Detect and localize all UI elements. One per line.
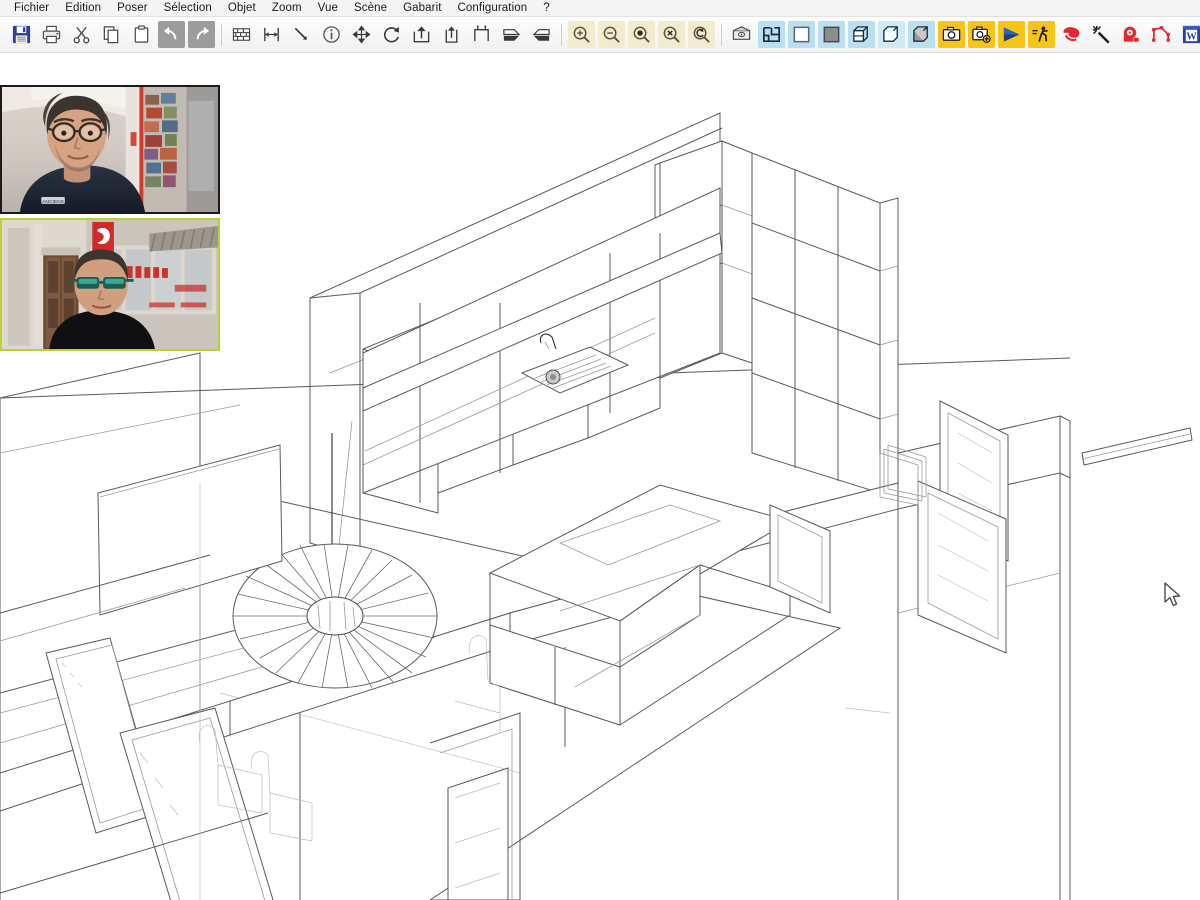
video-tile-1[interactable]: ANCIENS xyxy=(0,85,220,214)
menu-zoom[interactable]: Zoom xyxy=(264,0,310,17)
line-icon[interactable] xyxy=(288,21,315,48)
insert-icon[interactable] xyxy=(438,21,465,48)
svg-text:W: W xyxy=(1186,31,1197,42)
menu-edition[interactable]: Edition xyxy=(57,0,109,17)
info-icon[interactable] xyxy=(318,21,345,48)
cut-icon[interactable] xyxy=(68,21,95,48)
paste-icon[interactable] xyxy=(128,21,155,48)
toolbar-separator-2 xyxy=(561,23,562,46)
zoom-out-icon[interactable] xyxy=(598,21,625,48)
undo-icon[interactable] xyxy=(158,21,185,48)
camera-add-icon[interactable] xyxy=(968,21,995,48)
zoom-cancel-icon[interactable] xyxy=(658,21,685,48)
move-icon[interactable] xyxy=(348,21,375,48)
toolbar-separator-3 xyxy=(721,23,722,46)
zoom-previous-icon[interactable] xyxy=(688,21,715,48)
menu-objet[interactable]: Objet xyxy=(220,0,264,17)
ceiling-icon[interactable] xyxy=(468,21,495,48)
wall-icon[interactable] xyxy=(228,21,255,48)
video-conference-panel: ANCIENS xyxy=(0,85,220,351)
floorplan-icon[interactable] xyxy=(758,21,785,48)
zoom-in-icon[interactable] xyxy=(568,21,595,48)
main-toolbar: W xyxy=(0,17,1200,53)
video-tile-2[interactable] xyxy=(0,218,220,351)
mirror-right-icon[interactable] xyxy=(498,21,525,48)
solid-icon[interactable] xyxy=(818,21,845,48)
menu-scene[interactable]: Scène xyxy=(346,0,395,17)
video-tile-1-frame: ANCIENS xyxy=(2,87,218,212)
rotate-icon[interactable] xyxy=(378,21,405,48)
menu-selection[interactable]: Sélection xyxy=(156,0,220,17)
box-wire-icon[interactable] xyxy=(848,21,875,48)
menu-bar: Fichier Edition Poser Sélection Objet Zo… xyxy=(0,0,1200,17)
mirror-left-icon[interactable] xyxy=(528,21,555,48)
sketchup-icon[interactable] xyxy=(1058,21,1085,48)
render-play-icon[interactable] xyxy=(998,21,1025,48)
wireframe-icon[interactable] xyxy=(788,21,815,48)
dimension-icon[interactable] xyxy=(258,21,285,48)
menu-vue[interactable]: Vue xyxy=(310,0,346,17)
redo-icon[interactable] xyxy=(188,21,215,48)
menu-gabarit[interactable]: Gabarit xyxy=(395,0,449,17)
zoom-fit-icon[interactable] xyxy=(628,21,655,48)
word-doc-icon[interactable]: W xyxy=(1178,21,1200,48)
export-icon[interactable] xyxy=(408,21,435,48)
door-opening xyxy=(429,712,521,900)
menu-aide[interactable]: ? xyxy=(535,0,558,17)
magic-wand-icon[interactable] xyxy=(1088,21,1115,48)
application-window: Fichier Edition Poser Sélection Objet Zo… xyxy=(0,0,1200,900)
camera-icon[interactable] xyxy=(938,21,965,48)
print-icon[interactable] xyxy=(38,21,65,48)
menu-fichier[interactable]: Fichier xyxy=(6,0,57,17)
box-shaded-icon[interactable] xyxy=(908,21,935,48)
walkthrough-icon[interactable] xyxy=(1028,21,1055,48)
polyline-icon[interactable] xyxy=(1148,21,1175,48)
save-icon[interactable] xyxy=(8,21,35,48)
copy-icon[interactable] xyxy=(98,21,125,48)
box-3d-icon[interactable] xyxy=(878,21,905,48)
tall-cabinets-right xyxy=(751,152,899,494)
shelf-rail xyxy=(1081,427,1193,466)
video-tile-2-frame xyxy=(2,220,218,349)
svg-text:ANCIENS: ANCIENS xyxy=(42,199,64,205)
menu-configuration[interactable]: Configuration xyxy=(450,0,536,17)
tape-measure-icon[interactable] xyxy=(1118,21,1145,48)
menu-poser[interactable]: Poser xyxy=(109,0,156,17)
elevation-icon[interactable] xyxy=(728,21,755,48)
toolbar-separator-1 xyxy=(221,23,222,46)
